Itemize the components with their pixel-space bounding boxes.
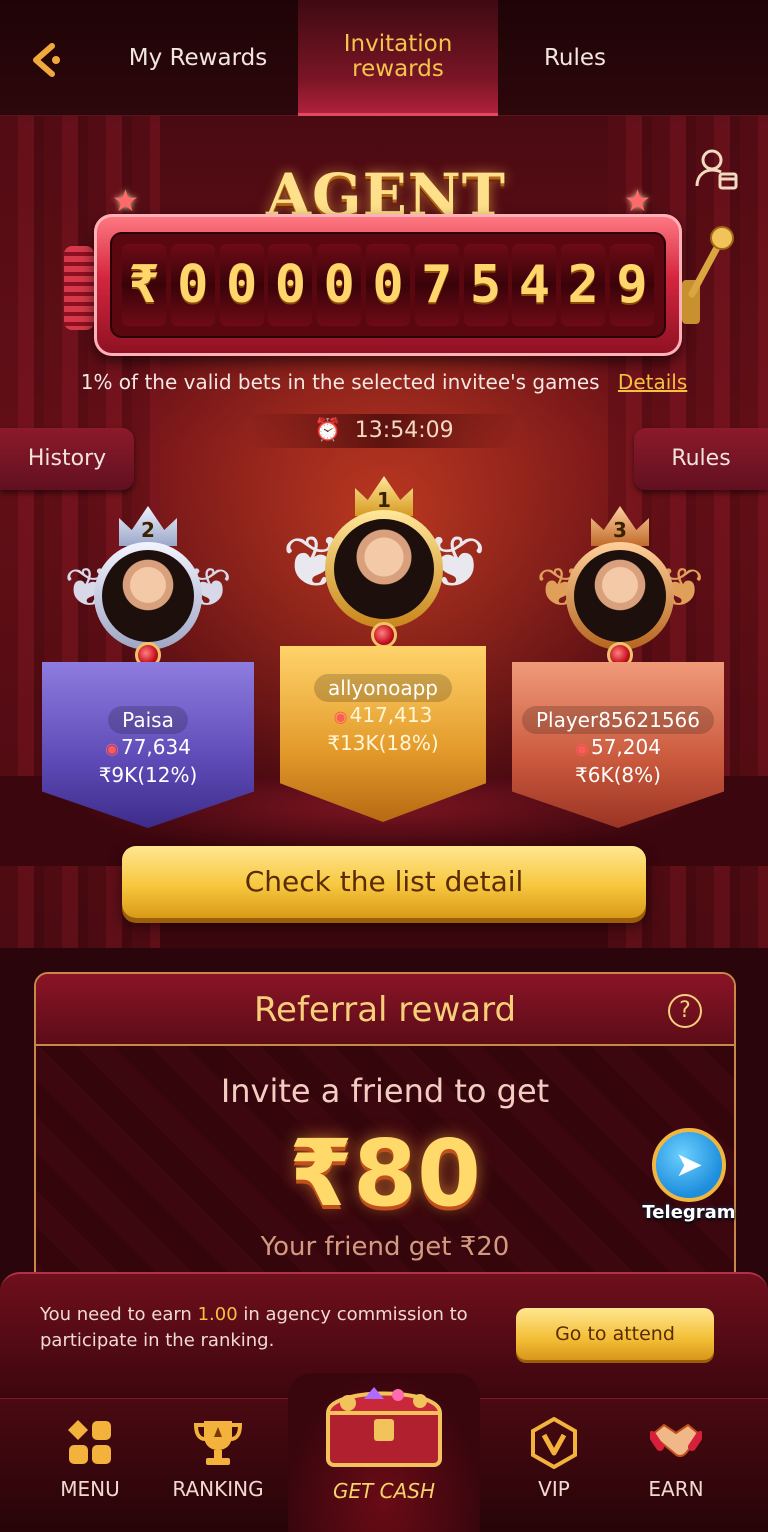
go-to-attend-button[interactable]: Go to attend (516, 1308, 714, 1360)
jackpot-info-text: 1% of the valid bets in the selected inv… (80, 370, 600, 394)
player-score: ◉ 57,204 (512, 734, 724, 762)
slot-lever-icon (682, 226, 734, 324)
jackpot-digit: 0 (170, 244, 215, 326)
referral-header: Referral reward ? (36, 974, 734, 1046)
rank-number: 2 (141, 518, 155, 542)
jackpot-digit: 0 (317, 244, 362, 326)
nav-label: GET CASH (332, 1479, 436, 1503)
player-score: ◉ 77,634 (42, 734, 254, 762)
telegram-button[interactable]: ➤ Telegram (630, 1122, 748, 1234)
vip-badge-icon (531, 1417, 577, 1469)
avatar[interactable] (325, 510, 443, 628)
avatar-photo (334, 519, 434, 619)
tab-rules[interactable]: Rules (500, 0, 650, 116)
nav-vip[interactable]: VIP (494, 1399, 614, 1532)
avatar-photo (102, 550, 194, 642)
player-name: allyonoapp (314, 674, 452, 702)
bottom-navigation: MENU RANKING GET CASH VIP EARN (0, 1373, 768, 1532)
jackpot-digit: 2 (561, 244, 606, 326)
nav-menu[interactable]: MENU (30, 1399, 150, 1532)
player-score: ◉ 417,413 (280, 702, 486, 730)
jackpot-info: 1% of the valid bets in the selected inv… (0, 370, 768, 394)
jackpot-digit: 0 (219, 244, 264, 326)
nav-ranking[interactable]: RANKING (158, 1399, 278, 1532)
jackpot-stage: ★ ★ AGENT JACKPOT ₹ 0 0 0 0 0 7 5 4 2 9 … (0, 116, 768, 948)
referral-subtitle: Invite a friend to get (220, 1072, 550, 1110)
spring-decoration (64, 246, 94, 330)
menu-grid-icon (68, 1420, 111, 1464)
player-reward: ₹9K(12%) (98, 763, 198, 787)
jackpot-digits: ₹ 0 0 0 0 0 7 5 4 2 9 (110, 232, 666, 338)
tab-my-rewards[interactable]: My Rewards (100, 0, 296, 116)
tab-rules-label: Rules (543, 44, 607, 71)
alarm-clock-icon: ⏰ (314, 418, 342, 443)
rank-number: 3 (613, 518, 627, 542)
jackpot-digit: 0 (365, 244, 410, 326)
chip-icon: ◉ (333, 707, 348, 726)
top-tab-bar: My Rewards Invitation rewards Rules (0, 0, 768, 116)
player-reward: ₹6K(8%) (575, 763, 661, 787)
notice-value: 1.00 (197, 1304, 238, 1325)
check-list-detail-button[interactable]: Check the list detail (122, 846, 646, 918)
back-button[interactable] (18, 30, 78, 90)
timer-value: 13:54:09 (354, 418, 454, 443)
telegram-label: Telegram (642, 1202, 736, 1223)
tab-my-rewards-label: My Rewards (128, 44, 268, 71)
jackpot-digit: 7 (414, 244, 459, 326)
notice-text: You need to earn 1.00 in agency commissi… (40, 1302, 500, 1354)
chip-icon: ◉ (105, 739, 119, 758)
rank-number: 1 (377, 488, 391, 512)
player-name: Paisa (108, 706, 188, 734)
handshake-icon (650, 1423, 702, 1457)
details-link[interactable]: Details (618, 370, 687, 394)
score-value: 77,634 (120, 735, 191, 759)
nav-label: RANKING (172, 1477, 264, 1501)
rank-1-avatar-frame: ❦ ❦ 1 (282, 472, 486, 672)
score-value: 417,413 (349, 703, 433, 727)
tab-invitation-label-line2: rewards (352, 55, 444, 82)
jackpot-counter: ₹ 0 0 0 0 0 7 5 4 2 9 (94, 214, 682, 356)
nav-get-cash[interactable]: GET CASH (288, 1373, 480, 1532)
jackpot-digit: 5 (463, 244, 508, 326)
trophy-icon (193, 1421, 243, 1465)
rank-3-avatar-frame: ❦ ❦ 3 (536, 496, 704, 676)
nav-label: MENU (60, 1477, 120, 1501)
jackpot-digit: 4 (512, 244, 557, 326)
silver-crown-icon: 2 (119, 506, 177, 546)
back-arrow-icon (33, 43, 60, 77)
ruby-gem-icon (371, 622, 397, 648)
player-name: Player85621566 (521, 706, 715, 734)
referral-title: Referral reward (253, 990, 517, 1030)
currency-digit: ₹ (122, 244, 166, 326)
nav-label: EARN (648, 1477, 704, 1501)
chip-icon: ◉ (575, 739, 589, 758)
jackpot-digit: 0 (268, 244, 313, 326)
notice-text-before: You need to earn (40, 1304, 198, 1325)
score-value: 57,204 (590, 735, 661, 759)
telegram-icon: ➤ (652, 1128, 726, 1202)
countdown-timer: ⏰ 13:54:09 (250, 414, 518, 448)
tab-invitation-label-line1: Invitation (343, 30, 453, 57)
avatar-photo (574, 550, 666, 642)
player-reward: ₹13K(18%) (327, 731, 439, 755)
avatar[interactable] (94, 542, 202, 650)
avatar[interactable] (566, 542, 674, 650)
nav-label: VIP (538, 1477, 570, 1501)
treasure-chest-icon (325, 1387, 443, 1467)
history-button[interactable]: History (0, 428, 134, 490)
tab-invitation-rewards[interactable]: Invitation rewards (298, 0, 498, 116)
agent-profile-icon[interactable] (694, 146, 740, 192)
jackpot-digit: 9 (609, 244, 654, 326)
rank-2-avatar-frame: ❦ ❦ 2 (64, 496, 232, 676)
rules-button[interactable]: Rules (634, 428, 768, 490)
nav-earn[interactable]: EARN (616, 1399, 736, 1532)
bronze-crown-icon: 3 (591, 506, 649, 546)
referral-friend-text: Your friend get ₹20 (260, 1232, 510, 1262)
help-icon[interactable]: ? (668, 994, 702, 1028)
